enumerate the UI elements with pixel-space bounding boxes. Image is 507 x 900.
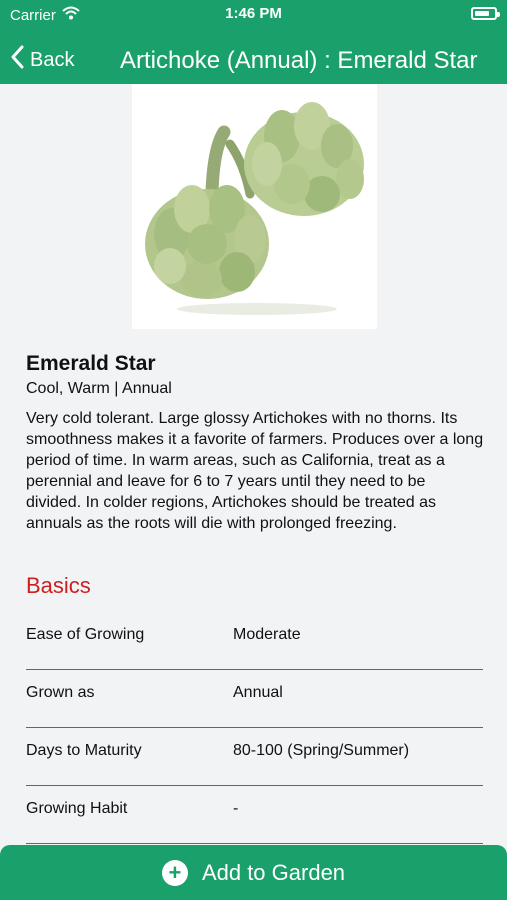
back-label: Back	[30, 48, 75, 71]
basics-table: Ease of Growing Moderate Grown as Annual…	[26, 612, 483, 844]
section-heading-basics: Basics	[26, 573, 91, 598]
table-row: Grown as Annual	[26, 670, 483, 728]
artichoke-image	[132, 84, 377, 329]
row-label: Days to Maturity	[26, 742, 142, 759]
row-label: Grown as	[26, 684, 95, 701]
navigation-bar: Back Artichoke (Annual) : Emerald Star	[0, 40, 507, 80]
status-bar: Carrier 1:46 PM	[0, 0, 507, 28]
battery-fill	[475, 11, 489, 16]
table-row: Ease of Growing Moderate	[26, 612, 483, 670]
plant-description: Very cold tolerant. Large glossy Articho…	[26, 410, 484, 532]
row-value: Annual	[233, 684, 283, 701]
header-bar: Carrier 1:46 PM Back Artichoke (Annual) …	[0, 0, 507, 84]
chevron-left-icon	[10, 45, 24, 75]
add-to-garden-label: Add to Garden	[201, 859, 346, 885]
row-value: 80-100 (Spring/Summer)	[233, 742, 410, 759]
table-row: Days to Maturity 80-100 (Spring/Summer)	[26, 728, 483, 786]
table-row: Growing Habit -	[26, 786, 483, 844]
row-value: Moderate	[233, 626, 301, 643]
back-button[interactable]: Back	[10, 40, 74, 80]
row-label: Growing Habit	[26, 800, 128, 817]
plant-subtitle: Cool, Warm | Annual	[26, 380, 172, 397]
plus-circle-icon: +	[161, 859, 188, 886]
plant-name: Emerald Star	[26, 352, 156, 375]
row-label: Ease of Growing	[26, 626, 145, 643]
battery-icon	[471, 7, 500, 20]
page-title: Artichoke (Annual) : Emerald Star	[120, 47, 478, 74]
row-value: -	[233, 800, 239, 817]
add-to-garden-button[interactable]: + Add to Garden	[0, 845, 507, 900]
status-time: 1:46 PM	[225, 5, 282, 22]
plant-details: Emerald Star Cool, Warm | Annual Very co…	[26, 352, 484, 534]
